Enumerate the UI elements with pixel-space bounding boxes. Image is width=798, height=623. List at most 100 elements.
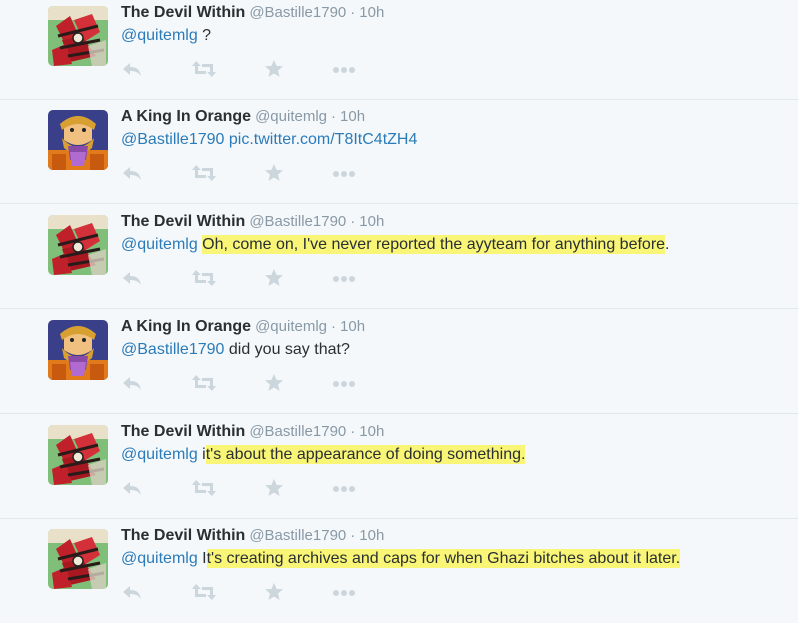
star-icon[interactable] (263, 373, 287, 395)
tweet-mention[interactable]: @Bastille1790 (121, 341, 224, 358)
tweet-actions (121, 59, 381, 81)
tweet-fullname[interactable]: The Devil Within (121, 527, 245, 544)
retweet-icon[interactable] (191, 478, 216, 500)
tweet-separator: · (350, 423, 356, 440)
tweet-timestamp[interactable]: 10h (359, 527, 384, 544)
retweet-icon[interactable] (191, 582, 216, 604)
star-icon[interactable] (263, 163, 287, 185)
tweet-username[interactable]: @Bastille1790 (249, 4, 346, 21)
tweet-separator: · (331, 108, 337, 125)
tweet-fullname[interactable]: A King In Orange (121, 108, 251, 125)
tweet-fullname[interactable]: The Devil Within (121, 4, 245, 21)
avatar[interactable] (48, 110, 108, 170)
tweet-username[interactable]: @Bastille1790 (249, 423, 346, 440)
tweet-text: @Bastille1790 pic.twitter.com/T8ItC4tZH4 (121, 131, 417, 149)
tweet-actions (121, 478, 381, 500)
tweet-actions (121, 163, 381, 185)
star-icon[interactable] (263, 59, 287, 81)
tweet-body: did you say that? (224, 341, 350, 358)
avatar[interactable] (48, 529, 108, 589)
retweet-icon[interactable] (191, 59, 216, 81)
tweet-actions (121, 268, 381, 290)
tweet-mention[interactable]: @quitemlg (121, 446, 198, 463)
tweet-text: @quitemlg It's creating archives and cap… (121, 549, 681, 568)
tweet-text: @Bastille1790 did you say that? (121, 341, 350, 359)
tweet-text: @quitemlg ? (121, 27, 211, 45)
more-icon[interactable] (331, 268, 355, 290)
more-icon[interactable] (331, 163, 355, 185)
tweet-header: The Devil Within @Bastille1790 · 10h (121, 527, 384, 545)
tweet-username[interactable]: @quitemlg (255, 318, 327, 335)
highlighted-text: t's creating archives and caps for when … (206, 549, 681, 568)
tweet-mention[interactable]: @quitemlg (121, 550, 198, 567)
tweet-actions (121, 373, 381, 395)
star-icon[interactable] (263, 582, 287, 604)
tweet[interactable]: The Devil Within @Bastille1790 · 10h @quite… (0, 519, 798, 623)
tweet-pic-link[interactable]: pic.twitter.com/T8ItC4tZH4 (229, 131, 418, 148)
highlighted-text: Oh, come on, I've never reported the ayy… (202, 235, 666, 254)
tweet-separator: · (331, 318, 337, 335)
avatar[interactable] (48, 215, 108, 275)
tweet-separator: · (350, 4, 356, 21)
tweet-timestamp[interactable]: 10h (359, 423, 384, 440)
tweet-separator: · (350, 213, 356, 230)
avatar-devil-image (48, 6, 108, 66)
tweet-body: I (197, 550, 207, 567)
tweet[interactable]: The Devil Within @Bastille1790 · 10h @quite… (0, 205, 798, 309)
star-icon[interactable] (263, 268, 287, 290)
avatar-king-image (48, 110, 108, 170)
tweet[interactable]: A King In Orange @quitemlg · 10h @Bastille1… (0, 310, 798, 414)
tweet-separator: · (350, 527, 356, 544)
tweet-body: . (665, 236, 670, 253)
retweet-icon[interactable] (191, 373, 216, 395)
reply-icon[interactable] (121, 268, 145, 290)
tweet[interactable]: The Devil Within @Bastille1790 · 10h @quite… (0, 415, 798, 519)
tweet-mention[interactable]: @Bastille1790 (121, 131, 224, 148)
highlighted-text: t's about the appearance of doing someth… (205, 445, 526, 464)
reply-icon[interactable] (121, 478, 145, 500)
more-icon[interactable] (331, 582, 355, 604)
tweet-fullname[interactable]: The Devil Within (121, 423, 245, 440)
tweet-text: @quitemlg it's about the appearance of d… (121, 445, 526, 464)
tweet-text: @quitemlg Oh, come on, I've never report… (121, 235, 670, 254)
tweet-header: A King In Orange @quitemlg · 10h (121, 318, 365, 336)
more-icon[interactable] (331, 373, 355, 395)
tweet-header: A King In Orange @quitemlg · 10h (121, 108, 365, 126)
avatar[interactable] (48, 320, 108, 380)
avatar[interactable] (48, 6, 108, 66)
tweet-mention[interactable]: @quitemlg (121, 27, 198, 44)
reply-icon[interactable] (121, 373, 145, 395)
avatar-devil-image (48, 425, 108, 485)
avatar-devil-image (48, 529, 108, 589)
tweet-mention[interactable]: @quitemlg (121, 236, 198, 253)
tweet-body: i (197, 446, 206, 463)
tweet-fullname[interactable]: A King In Orange (121, 318, 251, 335)
reply-icon[interactable] (121, 582, 145, 604)
reply-icon[interactable] (121, 59, 145, 81)
tweet-username[interactable]: @Bastille1790 (249, 213, 346, 230)
tweet-header: The Devil Within @Bastille1790 · 10h (121, 4, 384, 22)
avatar-devil-image (48, 215, 108, 275)
tweet-timestamp[interactable]: 10h (340, 108, 365, 125)
avatar[interactable] (48, 425, 108, 485)
more-icon[interactable] (331, 478, 355, 500)
tweet-fullname[interactable]: The Devil Within (121, 213, 245, 230)
tweet-actions (121, 582, 381, 604)
tweet-timestamp[interactable]: 10h (359, 4, 384, 21)
retweet-icon[interactable] (191, 163, 216, 185)
tweet-username[interactable]: @quitemlg (255, 108, 327, 125)
retweet-icon[interactable] (191, 268, 216, 290)
tweet-body: ? (197, 27, 212, 44)
tweet-header: The Devil Within @Bastille1790 · 10h (121, 423, 384, 441)
tweet-timestamp[interactable]: 10h (340, 318, 365, 335)
tweet[interactable]: The Devil Within @Bastille1790 · 10h @quite… (0, 0, 798, 100)
avatar-king-image (48, 320, 108, 380)
tweet-timestamp[interactable]: 10h (359, 213, 384, 230)
timeline: The Devil Within @Bastille1790 · 10h @quite… (0, 0, 798, 613)
tweet-username[interactable]: @Bastille1790 (249, 527, 346, 544)
tweet-header: The Devil Within @Bastille1790 · 10h (121, 213, 384, 231)
reply-icon[interactable] (121, 163, 145, 185)
star-icon[interactable] (263, 478, 287, 500)
tweet[interactable]: A King In Orange @quitemlg · 10h @Bastille1… (0, 100, 798, 204)
more-icon[interactable] (331, 59, 355, 81)
